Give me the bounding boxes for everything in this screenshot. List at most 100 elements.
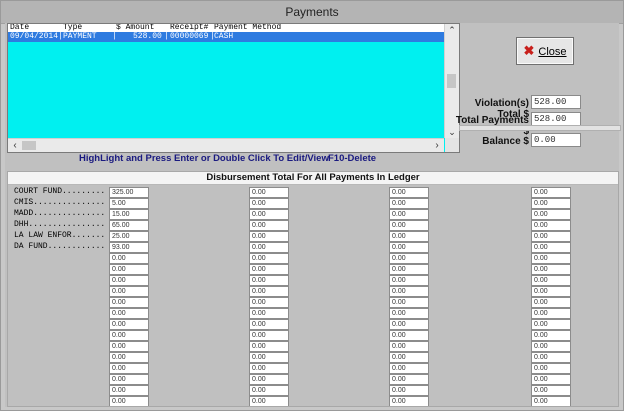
disbursement-amount-field[interactable]: 5.00 <box>109 198 149 209</box>
payments-list[interactable]: Date Type $ Amount Receipt# Payment Meth… <box>7 23 460 153</box>
disbursement-amount-field[interactable]: 0.00 <box>109 297 149 308</box>
disbursement-amount-field[interactable]: 0.00 <box>109 363 149 374</box>
payment-row-selected[interactable]: 09/04/2014 | PAYMENT | 528.00 | 00000069… <box>8 32 444 42</box>
disbursement-amount-field[interactable]: 0.00 <box>389 374 429 385</box>
balance-field[interactable]: 0.00 <box>531 133 581 147</box>
disbursement-amount-field[interactable]: 93.00 <box>109 242 149 253</box>
column-header-amount: $ Amount <box>116 24 155 32</box>
disbursement-amount-field[interactable]: 0.00 <box>389 220 429 231</box>
disbursement-amount-field[interactable]: 0.00 <box>249 363 289 374</box>
violations-total-field[interactable]: 528.00 <box>531 95 581 109</box>
disbursement-amount-field[interactable]: 0.00 <box>531 209 571 220</box>
disbursement-amount-field[interactable]: 0.00 <box>531 264 571 275</box>
fund-label: LA LAW ENFOR....... <box>14 231 106 240</box>
disbursement-amount-field[interactable]: 0.00 <box>389 396 429 406</box>
total-payments-field[interactable]: 528.00 <box>531 112 581 126</box>
disbursement-amount-field[interactable]: 0.00 <box>249 198 289 209</box>
scroll-left-icon[interactable]: ‹ <box>8 139 22 152</box>
disbursement-amount-field[interactable]: 0.00 <box>389 385 429 396</box>
payments-window: Payments Date Type $ Amount Receipt# Pay… <box>0 0 624 411</box>
disbursement-amount-field[interactable]: 0.00 <box>109 341 149 352</box>
disbursement-amount-field[interactable]: 0.00 <box>249 297 289 308</box>
disbursement-amount-field[interactable]: 0.00 <box>249 352 289 363</box>
close-button[interactable]: ✖ Close <box>516 37 574 65</box>
disbursement-amount-field[interactable]: 0.00 <box>389 308 429 319</box>
disbursement-amount-field[interactable]: 0.00 <box>531 374 571 385</box>
disbursement-amount-field[interactable]: 0.00 <box>531 286 571 297</box>
disbursement-amount-field[interactable]: 0.00 <box>531 396 571 406</box>
disbursement-amount-field[interactable]: 0.00 <box>109 319 149 330</box>
scroll-up-icon[interactable]: ⌃ <box>445 24 459 36</box>
disbursement-amount-field[interactable]: 0.00 <box>249 231 289 242</box>
disbursement-amount-field[interactable]: 0.00 <box>531 220 571 231</box>
disbursement-amount-field[interactable]: 0.00 <box>389 242 429 253</box>
disbursement-amount-field[interactable]: 0.00 <box>109 352 149 363</box>
disbursement-amount-field[interactable]: 0.00 <box>109 330 149 341</box>
disbursement-amount-field[interactable]: 0.00 <box>531 253 571 264</box>
disbursement-amount-field[interactable]: 25.00 <box>109 231 149 242</box>
disbursement-amount-field[interactable]: 0.00 <box>249 341 289 352</box>
disbursement-amount-field[interactable]: 0.00 <box>249 396 289 406</box>
disbursement-amount-field[interactable]: 0.00 <box>109 308 149 319</box>
disbursement-amount-field[interactable]: 0.00 <box>389 352 429 363</box>
disbursement-amount-field[interactable]: 0.00 <box>531 319 571 330</box>
column-header-receipt: Receipt# <box>170 24 209 32</box>
disbursement-amount-field[interactable]: 0.00 <box>249 209 289 220</box>
row-sep: | <box>164 32 169 41</box>
disbursement-amount-field[interactable]: 0.00 <box>531 242 571 253</box>
disbursement-amount-field[interactable]: 0.00 <box>531 330 571 341</box>
disbursement-amount-field[interactable]: 0.00 <box>389 319 429 330</box>
disbursement-amount-field[interactable]: 0.00 <box>389 187 429 198</box>
disbursement-amount-field[interactable]: 0.00 <box>531 231 571 242</box>
disbursement-amount-field[interactable]: 65.00 <box>109 220 149 231</box>
disbursement-amount-field[interactable]: 0.00 <box>389 330 429 341</box>
disbursement-amount-field[interactable]: 0.00 <box>109 374 149 385</box>
disbursement-amount-field[interactable]: 0.00 <box>249 275 289 286</box>
disbursement-amount-field[interactable]: 0.00 <box>249 308 289 319</box>
disbursement-amount-field[interactable]: 0.00 <box>389 363 429 374</box>
disbursement-amount-field[interactable]: 0.00 <box>389 341 429 352</box>
disbursement-amount-field[interactable]: 0.00 <box>389 275 429 286</box>
disbursement-amount-field[interactable]: 0.00 <box>531 385 571 396</box>
scroll-right-icon[interactable]: › <box>430 139 444 152</box>
disbursement-amount-field[interactable]: 0.00 <box>249 242 289 253</box>
disbursement-amount-field[interactable]: 0.00 <box>389 253 429 264</box>
disbursement-amount-field[interactable]: 0.00 <box>109 264 149 275</box>
disbursement-amount-field[interactable]: 0.00 <box>249 187 289 198</box>
horizontal-scroll-thumb[interactable] <box>22 141 36 150</box>
disbursement-amount-field[interactable]: 15.00 <box>109 209 149 220</box>
disbursement-amount-field[interactable]: 0.00 <box>249 286 289 297</box>
disbursement-amount-field[interactable]: 0.00 <box>389 231 429 242</box>
disbursement-amount-field[interactable]: 0.00 <box>531 308 571 319</box>
disbursement-amount-field[interactable]: 0.00 <box>531 341 571 352</box>
delete-hint: F10-Delete <box>328 153 377 164</box>
disbursement-amount-field[interactable]: 0.00 <box>389 286 429 297</box>
disbursement-amount-field[interactable]: 0.00 <box>249 220 289 231</box>
disbursement-amount-field[interactable]: 0.00 <box>531 297 571 308</box>
disbursement-amount-field[interactable]: 0.00 <box>109 385 149 396</box>
disbursement-amount-field[interactable]: 0.00 <box>249 374 289 385</box>
disbursement-amount-field[interactable]: 0.00 <box>389 198 429 209</box>
disbursement-amount-field[interactable]: 0.00 <box>531 187 571 198</box>
list-horizontal-scrollbar[interactable]: ‹ › <box>8 138 444 152</box>
disbursement-amount-field[interactable]: 0.00 <box>249 253 289 264</box>
disbursement-amount-field[interactable]: 0.00 <box>531 275 571 286</box>
disbursement-amount-field[interactable]: 0.00 <box>109 286 149 297</box>
disbursement-amount-field[interactable]: 0.00 <box>249 330 289 341</box>
disbursement-amount-field[interactable]: 0.00 <box>531 352 571 363</box>
disbursement-amount-field[interactable]: 0.00 <box>109 253 149 264</box>
column-header-type: Type <box>63 24 83 32</box>
disbursement-amount-field[interactable]: 0.00 <box>389 209 429 220</box>
disbursement-amount-field[interactable]: 0.00 <box>109 275 149 286</box>
disbursement-amount-field[interactable]: 0.00 <box>531 198 571 209</box>
disbursement-amount-field[interactable]: 0.00 <box>389 264 429 275</box>
disbursement-amount-field[interactable]: 0.00 <box>249 319 289 330</box>
disbursement-amount-field[interactable]: 0.00 <box>109 396 149 406</box>
disbursement-amount-field[interactable]: 0.00 <box>531 363 571 374</box>
vertical-scroll-thumb[interactable] <box>447 74 456 88</box>
disbursement-amount-field[interactable]: 0.00 <box>249 264 289 275</box>
disbursement-amount-field[interactable]: 0.00 <box>389 297 429 308</box>
disbursement-amount-field[interactable]: 0.00 <box>249 385 289 396</box>
disbursement-amount-field[interactable]: 325.00 <box>109 187 149 198</box>
disbursement-panel: Disbursement Total For All Payments In L… <box>7 171 619 407</box>
